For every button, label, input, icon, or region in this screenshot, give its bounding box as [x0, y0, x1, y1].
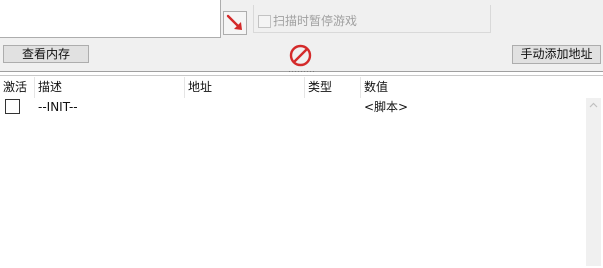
- row-description[interactable]: --INIT--: [38, 99, 78, 115]
- clear-list-button[interactable]: [288, 43, 313, 68]
- add-address-manually-button[interactable]: 手动添加地址: [512, 45, 601, 64]
- chevron-up-icon[interactable]: [586, 100, 601, 110]
- row-value[interactable]: <脚本>: [364, 99, 408, 115]
- splitter-line-lower: [0, 75, 603, 76]
- column-separator[interactable]: [304, 77, 305, 98]
- pointer-scan-button[interactable]: [223, 11, 247, 35]
- value-panel: [0, 0, 221, 38]
- address-list[interactable]: [0, 98, 586, 266]
- column-separator[interactable]: [184, 77, 185, 98]
- column-separator[interactable]: [360, 77, 361, 98]
- vertical-scrollbar[interactable]: [586, 98, 601, 266]
- column-separator[interactable]: [34, 77, 35, 98]
- pause-game-checkbox[interactable]: [258, 15, 271, 28]
- splitter-grip-icon[interactable]: [288, 70, 315, 73]
- column-header-active[interactable]: 激活: [3, 78, 27, 96]
- column-header-description[interactable]: 描述: [38, 78, 62, 96]
- pause-game-label: 扫描时暂停游戏: [273, 14, 358, 28]
- column-header-type[interactable]: 类型: [308, 78, 332, 96]
- column-header-value[interactable]: 数值: [364, 78, 388, 96]
- view-memory-button[interactable]: 查看内存: [3, 45, 89, 63]
- column-header-address[interactable]: 地址: [188, 78, 212, 96]
- red-arrow-icon: [226, 14, 242, 30]
- row-active-checkbox[interactable]: [5, 99, 20, 114]
- no-entry-icon: [289, 44, 312, 67]
- address-list-header: [0, 77, 603, 98]
